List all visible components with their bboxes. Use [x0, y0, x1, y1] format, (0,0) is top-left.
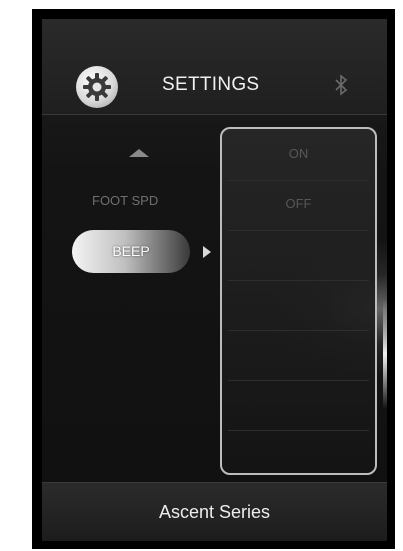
footer-bar: Ascent Series — [42, 482, 387, 541]
caret-right-icon — [203, 246, 211, 258]
bluetooth-icon — [335, 74, 348, 96]
option-empty-5 — [228, 431, 369, 480]
option-empty-4 — [228, 381, 369, 431]
option-empty-3 — [228, 331, 369, 381]
caret-up-icon[interactable] — [129, 149, 149, 157]
menu-item-foot-spd[interactable]: FOOT SPD — [92, 193, 158, 208]
gear-icon[interactable] — [76, 66, 118, 108]
option-off[interactable]: OFF — [228, 181, 369, 231]
edge-highlight — [383, 299, 387, 409]
device-frame: SETTINGS FOOT SPD BEEP ON OFF Ascent Ser… — [32, 9, 395, 549]
menu-item-beep[interactable]: BEEP — [72, 230, 190, 273]
option-empty-2 — [228, 281, 369, 331]
options-panel: ON OFF — [220, 127, 377, 475]
option-empty-1 — [228, 231, 369, 281]
page-title: SETTINGS — [162, 74, 260, 95]
display-screen: SETTINGS FOOT SPD BEEP ON OFF Ascent Ser… — [42, 19, 387, 541]
header-bar: SETTINGS — [42, 19, 387, 115]
brand-label: Ascent Series — [158, 502, 271, 522]
option-on[interactable]: ON — [228, 131, 369, 181]
